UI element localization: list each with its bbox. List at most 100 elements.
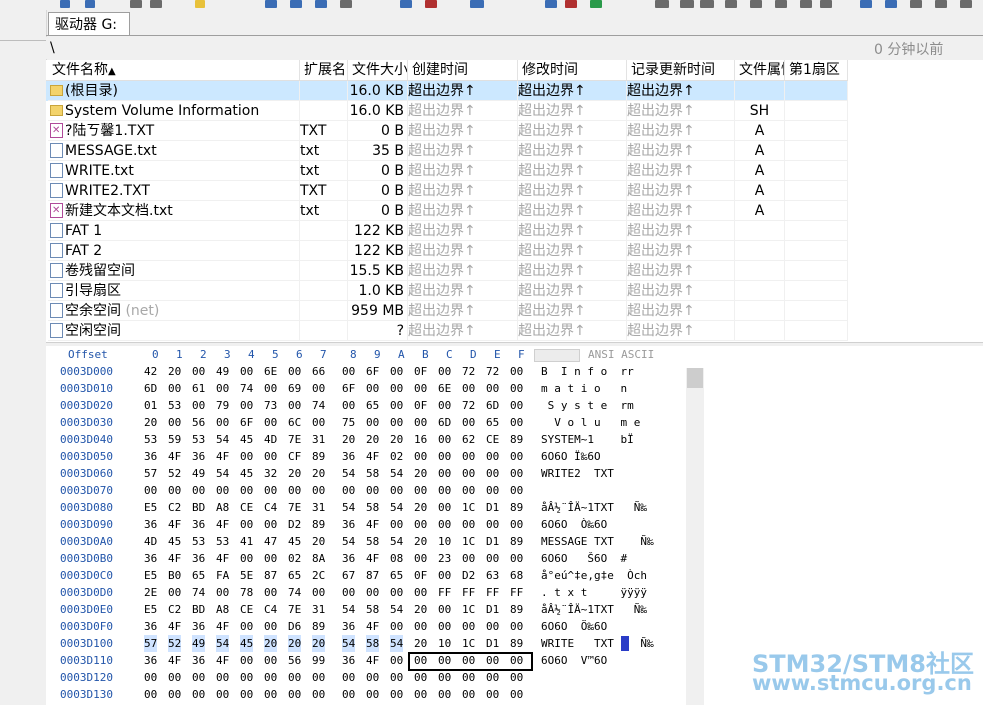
toolbar-button-icon[interactable] [680, 0, 694, 8]
hex-byte[interactable]: 00 [414, 414, 427, 431]
hex-byte[interactable]: 54 [390, 533, 403, 550]
hex-byte[interactable]: 00 [192, 686, 205, 703]
hex-byte[interactable]: B0 [168, 567, 181, 584]
hex-byte[interactable]: 20 [366, 431, 379, 448]
hex-byte[interactable]: 00 [342, 482, 355, 499]
hex-byte[interactable]: 87 [366, 567, 379, 584]
hex-byte[interactable]: D1 [486, 499, 499, 516]
hex-byte[interactable]: 00 [486, 669, 499, 686]
hex-byte[interactable]: 45 [168, 533, 181, 550]
hex-byte[interactable]: 00 [486, 380, 499, 397]
hex-byte[interactable]: 00 [288, 686, 301, 703]
file-row[interactable]: 新建文本文档.txttxt0 B超出边界↑超出边界↑超出边界↑A [46, 201, 848, 221]
hex-ascii-text[interactable]: 6O6O V™6O [541, 652, 607, 669]
hex-byte[interactable]: 36 [342, 652, 355, 669]
hex-byte[interactable]: 79 [216, 397, 229, 414]
hex-byte[interactable]: 00 [366, 584, 379, 601]
hex-byte[interactable]: 54 [390, 499, 403, 516]
hex-byte[interactable]: 65 [288, 567, 301, 584]
hex-byte[interactable]: 73 [264, 397, 277, 414]
hex-byte[interactable]: 00 [462, 618, 475, 635]
hex-byte[interactable]: 20 [414, 465, 427, 482]
hex-byte[interactable]: 00 [264, 584, 277, 601]
hex-byte[interactable]: 00 [414, 516, 427, 533]
hex-byte[interactable]: 00 [216, 584, 229, 601]
hex-byte[interactable]: 75 [342, 414, 355, 431]
hex-byte[interactable]: 54 [342, 499, 355, 516]
hex-byte[interactable]: 00 [264, 550, 277, 567]
toolbar-button-icon[interactable] [800, 0, 812, 8]
hex-byte[interactable]: 00 [462, 669, 475, 686]
hex-byte[interactable]: 52 [168, 635, 182, 652]
file-row[interactable]: MESSAGE.txt txt 35 B 超出边界↑ 超出边界↑ 超出边界↑ A [46, 141, 848, 161]
hex-byte[interactable]: 36 [192, 448, 205, 465]
toolbar-button-icon[interactable] [545, 0, 557, 8]
hex-byte[interactable]: 2E [144, 584, 157, 601]
hex-byte[interactable]: 00 [438, 686, 451, 703]
hex-ascii-text[interactable]: å°eú^‡e,g‡e Òch [541, 567, 647, 584]
hex-byte[interactable]: BD [192, 499, 205, 516]
hex-byte[interactable]: 00 [438, 465, 451, 482]
hex-byte[interactable]: 7E [288, 601, 301, 618]
hex-charset-toggle[interactable] [534, 349, 580, 362]
column-header-created[interactable]: 创建时间 [408, 60, 518, 80]
hex-byte[interactable]: 4F [366, 448, 379, 465]
hex-byte[interactable]: 00 [240, 686, 253, 703]
hex-byte[interactable]: FF [486, 584, 499, 601]
hex-byte[interactable]: 65 [486, 414, 499, 431]
hex-byte[interactable]: E5 [144, 567, 157, 584]
hex-byte[interactable]: 00 [240, 550, 253, 567]
hex-byte[interactable]: 53 [192, 431, 205, 448]
hex-byte[interactable]: FF [510, 584, 523, 601]
hex-byte[interactable]: 00 [390, 516, 403, 533]
hex-byte[interactable]: 6D [144, 380, 157, 397]
hex-byte[interactable]: 00 [168, 584, 181, 601]
hex-byte[interactable]: 36 [192, 618, 205, 635]
hex-byte[interactable]: 00 [438, 482, 451, 499]
scrollbar-thumb[interactable] [687, 368, 703, 388]
hex-byte[interactable]: 00 [312, 584, 325, 601]
hex-byte[interactable]: 89 [312, 516, 325, 533]
hex-byte[interactable]: 00 [240, 363, 253, 380]
hex-byte[interactable]: 00 [366, 686, 379, 703]
hex-ascii-text[interactable]: MESSAGE TXT Ñ‰ [541, 533, 654, 550]
hex-byte[interactable]: 54 [216, 465, 229, 482]
hex-byte[interactable]: 61 [192, 380, 205, 397]
hex-byte[interactable]: 00 [414, 686, 427, 703]
hex-byte[interactable]: 00 [240, 482, 253, 499]
hex-byte[interactable]: 00 [288, 669, 301, 686]
hex-byte[interactable]: 00 [414, 618, 427, 635]
hex-byte[interactable]: 36 [144, 618, 157, 635]
hex-byte[interactable]: E5 [144, 601, 157, 618]
hex-byte[interactable]: 1C [462, 533, 475, 550]
toolbar-button-icon[interactable] [315, 0, 327, 8]
file-row[interactable]: 空余空间 (net) 959 MB 超出边界↑ 超出边界↑ 超出边界↑ [46, 301, 848, 321]
hex-byte[interactable]: 72 [462, 363, 475, 380]
toolbar-button-icon[interactable] [340, 0, 352, 8]
hex-byte[interactable]: 0F [414, 397, 427, 414]
hex-byte[interactable]: 58 [366, 601, 379, 618]
hex-byte[interactable]: 00 [390, 584, 403, 601]
hex-byte[interactable]: 54 [342, 465, 355, 482]
hex-byte[interactable]: 6D [438, 414, 451, 431]
hex-byte[interactable]: 65 [366, 397, 379, 414]
hex-byte[interactable]: 56 [288, 652, 301, 669]
hex-byte[interactable]: 00 [168, 414, 181, 431]
toolbar-button-icon[interactable] [130, 0, 142, 8]
hex-byte[interactable]: 58 [366, 635, 380, 652]
hex-byte[interactable]: A8 [216, 601, 229, 618]
hex-byte[interactable]: 00 [312, 669, 325, 686]
hex-byte[interactable]: 00 [192, 669, 205, 686]
hex-byte[interactable]: 20 [312, 635, 326, 652]
hex-byte[interactable]: CF [288, 448, 301, 465]
hex-byte[interactable]: 8A [312, 550, 325, 567]
hex-byte[interactable]: 4F [366, 550, 379, 567]
hex-byte[interactable]: 00 [168, 482, 181, 499]
hex-byte[interactable]: 00 [312, 414, 325, 431]
hex-byte[interactable]: 32 [264, 465, 277, 482]
hex-byte[interactable]: 00 [288, 482, 301, 499]
hex-byte[interactable]: 00 [438, 618, 451, 635]
hex-byte[interactable]: 49 [192, 465, 205, 482]
hex-byte[interactable]: 47 [264, 533, 277, 550]
hex-byte[interactable]: CE [486, 431, 499, 448]
